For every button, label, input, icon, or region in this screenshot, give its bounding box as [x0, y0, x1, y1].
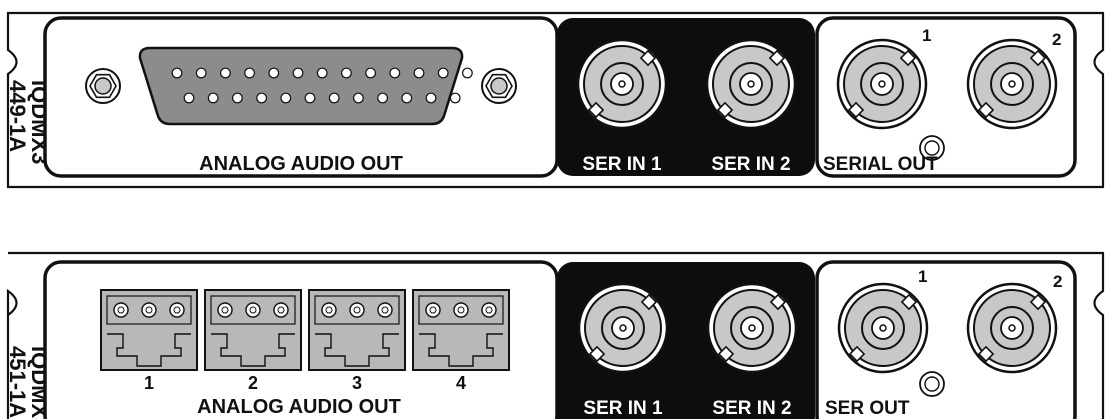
serial-out-1-bnc: [836, 38, 928, 130]
terminal-label-1: 1: [144, 373, 154, 393]
db25-pin: [256, 92, 268, 104]
ser-out-num-2: 2: [1053, 272, 1062, 291]
db25-pin: [413, 67, 425, 79]
serial-out-num-1: 1: [922, 26, 931, 45]
ser-in-2-bnc: [706, 282, 798, 374]
db25-pin: [377, 92, 389, 104]
db25-pin: [280, 92, 292, 104]
db25-pin: [437, 67, 449, 79]
terminal-block-1: [100, 289, 198, 371]
terminal-label-4: 4: [456, 373, 466, 393]
db25-pin: [425, 92, 437, 104]
ser-in-1-bnc: [576, 38, 668, 130]
ser-in-2-label: SER IN 2: [711, 154, 790, 175]
thumbscrew-left: [85, 68, 121, 104]
panel-451-1a: IQDMX3 451-1A 1 2 3 4 ANALOG AUDIO OUT S…: [5, 251, 1105, 419]
terminal-block-3: [308, 289, 406, 371]
thumbscrew-right: [481, 68, 517, 104]
ser-out-1-bnc: [837, 282, 929, 374]
db25-pin: [231, 92, 243, 104]
ser-in-1-label: SER IN 1: [582, 154, 662, 175]
terminal-block-2: [204, 289, 302, 371]
terminal-label-2: 2: [248, 373, 258, 393]
db25-pin: [292, 67, 304, 79]
ser-in-2-label: SER IN 2: [712, 398, 791, 419]
db25-pin: [462, 67, 473, 79]
rear-panels-diagram: IQDMX3 449-1A ANALOG AUDIO OUT SER IN 1 …: [5, 11, 1105, 419]
serial-out-num-2: 2: [1052, 30, 1061, 49]
analog-audio-out-label: ANALOG AUDIO OUT: [197, 396, 401, 418]
analog-audio-out-label: ANALOG AUDIO OUT: [199, 153, 403, 175]
db25-pin: [183, 92, 195, 104]
db25-pin: [353, 92, 364, 104]
ser-in-1-label: SER IN 1: [583, 398, 663, 419]
db25-pin: [389, 67, 401, 79]
db25-pin: [401, 92, 413, 104]
db25-pin: [316, 67, 328, 79]
serial-out-label: SERIAL OUT: [823, 154, 938, 175]
db25-pin: [449, 92, 461, 104]
db25-pin: [207, 92, 219, 104]
ser-out-label: SER OUT: [825, 398, 910, 419]
terminal-label-3: 3: [352, 373, 362, 393]
db25-pin: [195, 67, 207, 79]
db25-connector: [138, 46, 473, 126]
db25-pin: [304, 92, 316, 104]
db25-pin: [268, 67, 280, 79]
ser-out-num-1: 1: [918, 267, 927, 286]
ser-in-2-bnc: [705, 38, 797, 130]
serial-out-2-bnc: [966, 38, 1058, 130]
db25-pin: [244, 67, 256, 79]
led-indicator: [919, 371, 945, 397]
ser-out-2-bnc: [966, 282, 1058, 374]
db25-pin: [171, 67, 183, 79]
ser-in-1-bnc: [577, 282, 669, 374]
panel-449-1a: IQDMX3 449-1A ANALOG AUDIO OUT SER IN 1 …: [5, 11, 1105, 189]
db25-pin: [341, 67, 352, 79]
db25-pin: [219, 67, 231, 79]
db25-pin: [328, 92, 340, 104]
db25-pin: [365, 67, 377, 79]
terminal-block-4: [412, 289, 510, 371]
